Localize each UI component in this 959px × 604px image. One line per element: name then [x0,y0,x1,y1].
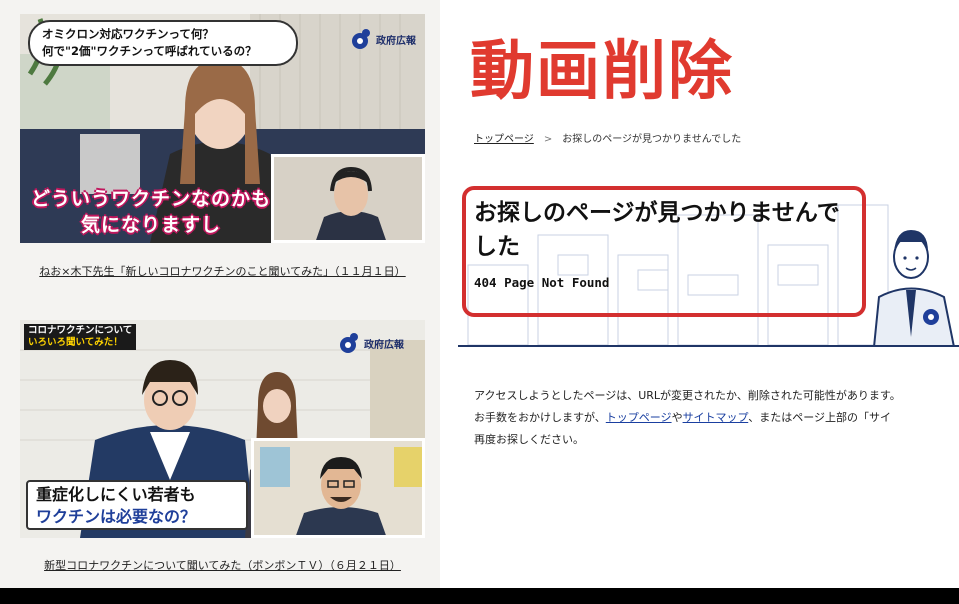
breadcrumb-home-link[interactable]: トップページ [474,134,534,145]
gov-pr-icon [340,333,358,353]
subtitle-2-line-2: ワクチンは必要なの？ [36,507,197,526]
message-line-2-suffix: 、またはページ上部の「サイ [748,411,892,424]
bottom-black-bar [0,588,959,604]
gov-pr-logo-2: 政府広報 [338,332,404,354]
video-2-subtitle: 重症化しにくい若者も ワクチンは必要なの？ [26,480,248,530]
doctor-pip-scene [274,157,422,240]
bubble-line-2: 何で"2価"ワクチンって呼ばれているの？ [42,44,257,58]
video-list-panel: オミクロン対応ワクチンって何？ 何で"2価"ワクチンって呼ばれているの？ 政府広… [0,0,440,588]
message-line-1: アクセスしようとしたページは、URLが変更されたか、削除された可能性があります。 [474,389,901,402]
expert-pip-scene [254,441,422,535]
video-1-subtitle: どういうワクチンなのかも 気になりますし [26,186,276,238]
error-code: 404 Page Not Found [474,275,610,290]
corner-tag-line-1: コロナワクチンについて [28,325,133,336]
message-line-2: お手数をおかけしますが、トップページやサイトマップ、またはページ上部の「サイ [474,407,959,429]
error-title: お探しのページが見つかりませんでした [474,200,840,260]
subtitle-2-line-1: 重症化しにくい若者も [36,485,196,504]
staff-character-illustration [872,230,956,347]
message-line-3: 再度お探しください。 [474,433,584,446]
video-deleted-overlay-title: 動画削除 [470,35,734,109]
top-page-link[interactable]: トップページ [606,411,672,424]
bubble-line-1: オミクロン対応ワクチンって何？ [42,27,214,41]
gov-pr-label: 政府広報 [376,35,416,47]
corner-tag-line-2: いろいろ聞いてみた！ [28,337,123,348]
breadcrumb: トップページ > お探しのページが見つかりませんでした [474,130,741,145]
gov-pr-label-2: 政府広報 [364,339,404,351]
sitemap-link[interactable]: サイトマップ [683,411,749,424]
doctor-pip-window [271,154,425,243]
series-corner-tag: コロナワクチンについて いろいろ聞いてみた！ [24,324,137,350]
not-found-page: 動画削除 トップページ > お探しのページが見つかりませんでした お探しのページが見… [440,0,959,588]
screenshot-canvas: オミクロン対応ワクチンって何？ 何で"2価"ワクチンって呼ばれているの？ 政府広… [0,0,959,588]
video-thumbnail-1[interactable]: オミクロン対応ワクチンって何？ 何で"2価"ワクチンって呼ばれているの？ 政府広… [20,14,425,243]
message-line-2-prefix: お手数をおかけしますが、 [474,411,606,424]
subtitle-line-2: 気になりますし [80,214,221,236]
breadcrumb-current: お探しのページが見つかりませんでした [562,134,742,145]
video-thumbnail-2[interactable]: コロナワクチンについて いろいろ聞いてみた！ 政府広報 重症化しにくい若者も ワ… [20,320,425,538]
subtitle-line-1: どういうワクチンなのかも [30,188,271,210]
video-2-caption-link[interactable]: 新型コロナワクチンについて聞いてみた（ボンボンＴＶ）（６月２１日） [20,556,425,575]
gov-pr-logo: 政府広報 [350,28,416,50]
video-1-caption-link[interactable]: ねお×木下先生「新しいコロナワクチンのこと聞いてみた」（１１月１日） [20,262,425,281]
expert-pip-window [251,438,425,538]
message-line-2-mid: や [671,411,683,424]
not-found-message: アクセスしようとしたページは、URLが変更されたか、削除された可能性があります。… [474,385,959,451]
breadcrumb-separator: > [543,134,553,145]
section-divider [458,345,959,347]
question-bubble: オミクロン対応ワクチンって何？ 何で"2価"ワクチンって呼ばれているの？ [28,20,298,66]
gov-pr-icon [352,29,370,49]
